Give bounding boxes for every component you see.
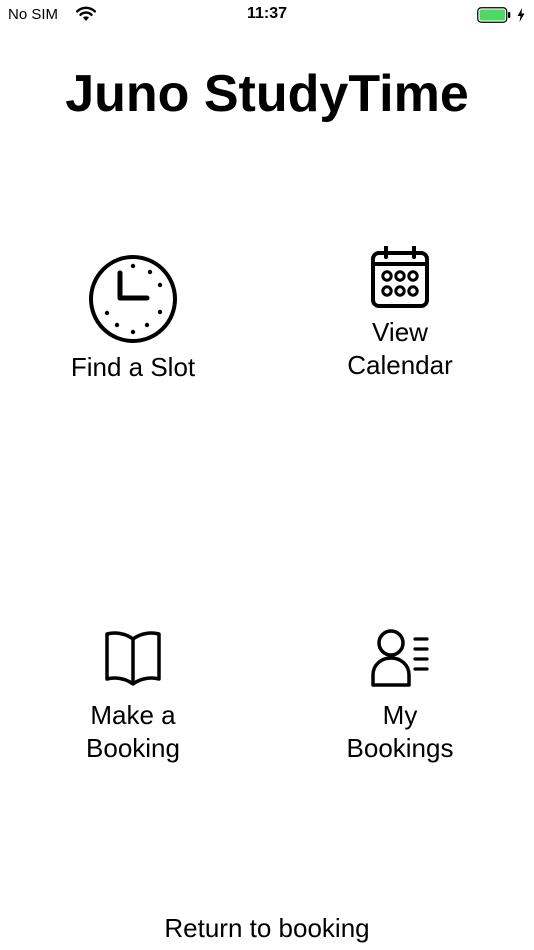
make-booking-button[interactable]: Make a Booking <box>18 627 248 765</box>
app-title: Juno StudyTime <box>65 65 469 123</box>
find-slot-label: Find a Slot <box>70 352 196 382</box>
my-bookings-button[interactable]: My Bookings <box>285 627 515 765</box>
make-booking-label: Make a Booking <box>86 700 180 763</box>
status-bar: No SIM 11:37 <box>0 0 534 30</box>
book-icon <box>105 631 161 686</box>
my-bookings-label: My Bookings <box>346 700 454 763</box>
clock-icon <box>89 255 177 343</box>
find-slot-button[interactable]: Find a Slot <box>18 253 248 384</box>
user-list-icon <box>371 629 429 687</box>
view-calendar-label: View Calendar <box>347 317 453 380</box>
charging-bolt-icon <box>517 8 525 22</box>
status-time: 11:37 <box>246 5 288 22</box>
battery-icon <box>477 7 511 23</box>
return-to-booking-link[interactable]: Return to booking <box>0 913 534 944</box>
calendar-icon <box>371 246 429 308</box>
view-calendar-button[interactable]: View Calendar <box>285 246 515 382</box>
